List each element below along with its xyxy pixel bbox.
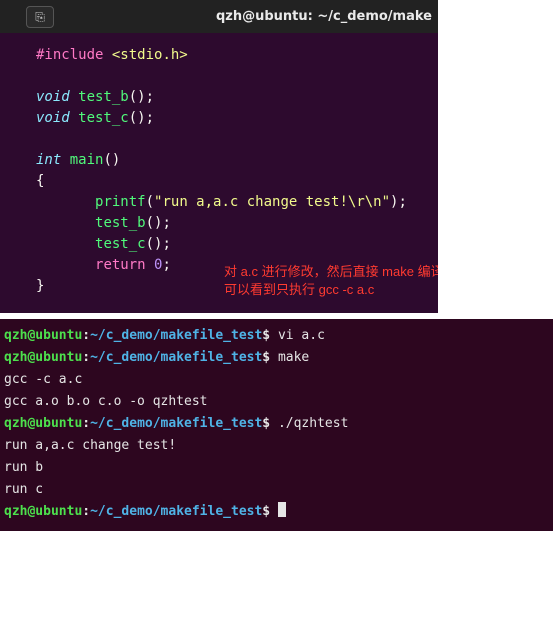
terminal-output: gcc -c a.c	[4, 369, 549, 391]
cursor-icon	[278, 502, 286, 517]
call-test-b: test_b	[95, 215, 146, 231]
command-input: ./qzhtest	[270, 416, 348, 431]
include-header: <stdio.h>	[112, 47, 188, 63]
window-titlebar: ⎘ qzh@ubuntu: ~/c_demo/make	[0, 0, 438, 33]
terminal-line: qzh@ubuntu:~/c_demo/makefile_test$ ./qzh…	[4, 413, 549, 435]
fn-main: main	[61, 152, 103, 168]
literal-zero: 0	[146, 257, 163, 273]
terminal-line: qzh@ubuntu:~/c_demo/makefile_test$ vi a.…	[4, 325, 549, 347]
new-tab-button[interactable]: ⎘	[26, 6, 54, 28]
command-input: vi a.c	[270, 328, 325, 343]
keyword-return: return	[95, 257, 146, 273]
string-literal: "run a,a.c change test!\r\n"	[154, 194, 390, 210]
window-title: qzh@ubuntu: ~/c_demo/make	[216, 7, 432, 27]
call-test-c: test_c	[95, 236, 146, 252]
terminal[interactable]: qzh@ubuntu:~/c_demo/makefile_test$ vi a.…	[0, 319, 553, 531]
terminal-line: qzh@ubuntu:~/c_demo/makefile_test$	[4, 501, 549, 523]
keyword-void: void	[36, 110, 70, 126]
annotation-line-1: 对 a.c 进行修改，然后直接 make 编译	[224, 263, 438, 281]
terminal-output: run a,a.c change test!	[4, 435, 549, 457]
new-tab-icon: ⎘	[35, 8, 45, 26]
keyword-include: #include	[36, 47, 103, 63]
keyword-int: int	[36, 152, 61, 168]
prompt-user: qzh@ubuntu	[4, 328, 82, 343]
call-printf: printf	[95, 194, 146, 210]
annotation-line-2: 可以看到只执行 gcc -c a.c	[224, 281, 374, 299]
fn-decl-test-b: test_b	[70, 89, 129, 105]
terminal-output: run c	[4, 479, 549, 501]
terminal-output: gcc a.o b.o c.o -o qzhtest	[4, 391, 549, 413]
editor-window: ⎘ qzh@ubuntu: ~/c_demo/make #include <st…	[0, 0, 438, 313]
prompt-path: ~/c_demo/makefile_test	[90, 328, 262, 343]
keyword-void: void	[36, 89, 70, 105]
command-input: make	[270, 350, 309, 365]
terminal-output: run b	[4, 457, 549, 479]
fn-decl-test-c: test_c	[70, 110, 129, 126]
terminal-line: qzh@ubuntu:~/c_demo/makefile_test$ make	[4, 347, 549, 369]
